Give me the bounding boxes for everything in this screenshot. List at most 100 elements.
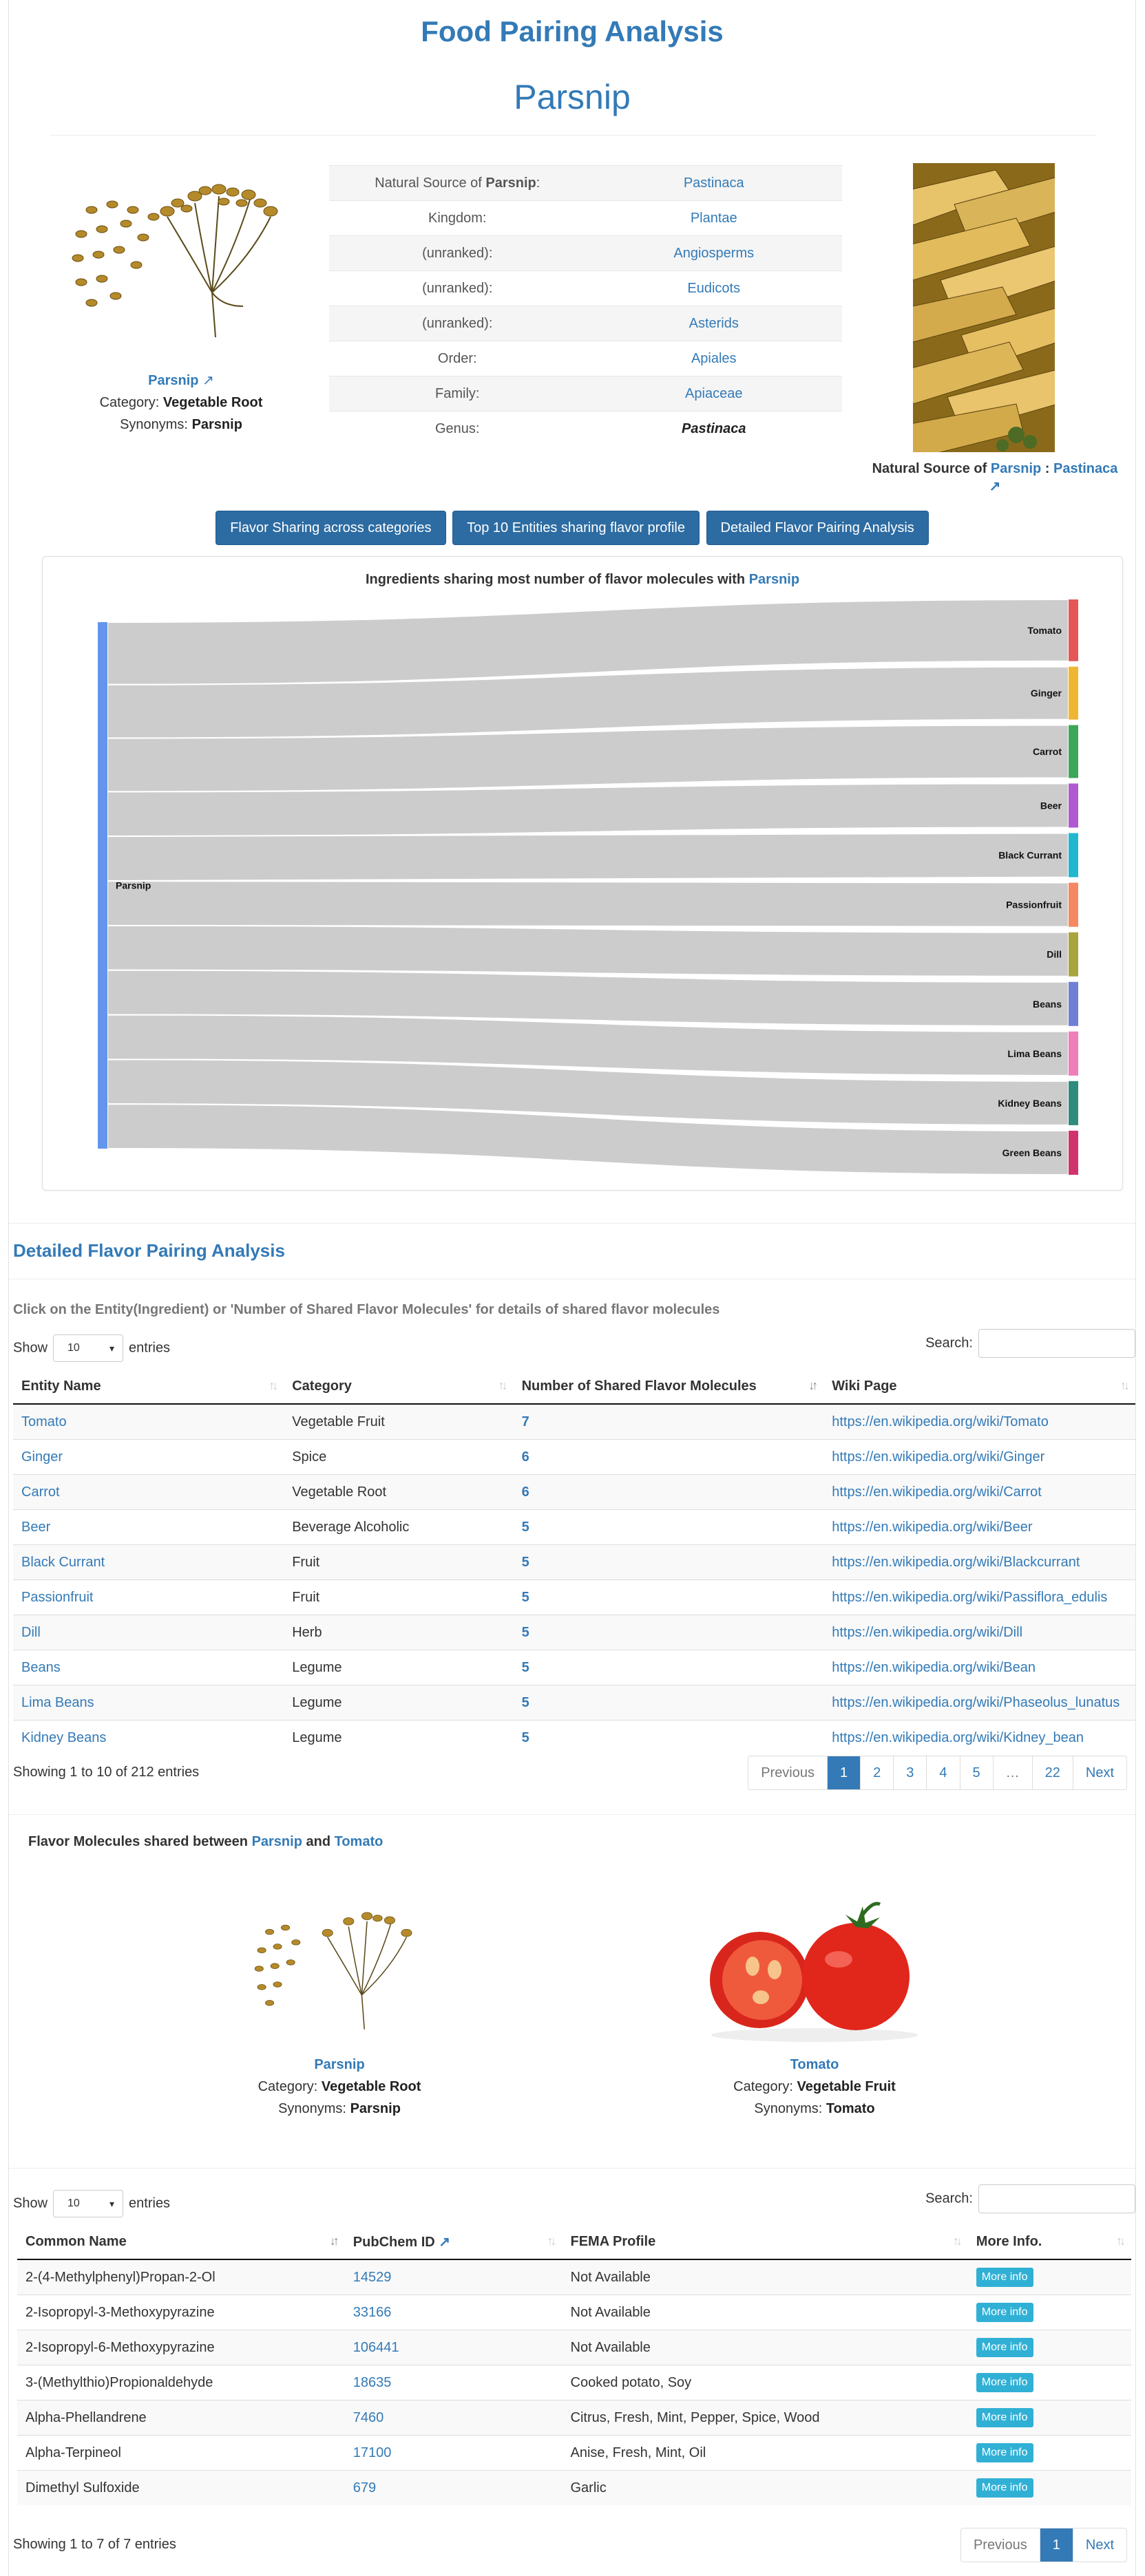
wiki-link[interactable]: https://en.wikipedia.org/wiki/Ginger [823,1439,1135,1475]
taxonomy-link[interactable]: Angiosperms [673,246,754,261]
entity-name-link[interactable]: Ginger [13,1439,284,1475]
external-link-icon[interactable]: ↗ [435,2235,450,2250]
sankey-target-node[interactable] [1069,1081,1078,1125]
entries-select[interactable]: 10 [53,1334,124,1362]
pubchem-link[interactable]: 18635 [344,2365,563,2401]
pair-entity-b-link[interactable]: Tomato [335,1834,384,1849]
entity-name-link[interactable]: Tomato [13,1403,284,1440]
shared-count-link[interactable]: 5 [513,1509,824,1545]
pagination-item[interactable]: Previous [961,2529,1040,2562]
column-header[interactable]: Category ↑↓ [284,1369,514,1405]
column-header[interactable]: Number of Shared Flavor Molecules ↓↑ [513,1369,824,1405]
column-header[interactable]: FEMA Profile ↑↓ [562,2224,968,2260]
molecules-search-input[interactable] [978,2184,1135,2213]
taxonomy-link[interactable]: Pastinaca [684,175,744,191]
pubchem-link[interactable]: 33166 [344,2295,563,2330]
sankey-target-node[interactable] [1069,666,1078,720]
more-info-button[interactable]: More info [976,2373,1033,2392]
taxonomy-link[interactable]: Asterids [689,316,739,331]
pair-entity-b-name[interactable]: Tomato [790,2057,839,2072]
wiki-link[interactable]: https://en.wikipedia.org/wiki/Blackcurra… [823,1544,1135,1580]
column-header[interactable]: More Info. ↑↓ [967,2224,1131,2260]
wiki-link[interactable]: https://en.wikipedia.org/wiki/Beer [823,1509,1135,1545]
flavor-sharing-button[interactable]: Flavor Sharing across categories [216,511,446,545]
sankey-link[interactable] [107,880,1069,928]
column-header[interactable]: Entity Name ↑↓ [13,1369,284,1405]
sankey-link[interactable] [107,832,1069,882]
shared-count-link[interactable]: 5 [513,1685,824,1721]
pair-entity-a-name[interactable]: Parsnip [314,2057,364,2072]
pagination-item[interactable]: 1 [1039,2529,1073,2562]
sankey-target-node[interactable] [1069,599,1078,661]
molecules-entries-select[interactable]: 10 [53,2190,124,2217]
sankey-link[interactable] [107,924,1069,977]
pagination-item[interactable]: Next [1072,1756,1126,1789]
detailed-analysis-button[interactable]: Detailed Flavor Pairing Analysis [706,511,929,545]
sankey-link[interactable] [107,783,1069,838]
pubchem-link[interactable]: 106441 [344,2330,563,2365]
natural-source-entity-link[interactable]: Parsnip [991,461,1041,476]
external-link-icon[interactable]: ↗ [202,373,214,388]
sankey-target-node[interactable] [1069,1130,1078,1175]
shared-count-link[interactable]: 5 [513,1650,824,1685]
search-input[interactable] [978,1329,1135,1358]
sankey-target-node[interactable] [1069,981,1078,1026]
entity-link[interactable]: Parsnip [148,373,198,388]
sankey-target-node[interactable] [1069,725,1078,778]
entity-name-link[interactable]: Black Currant [13,1544,284,1580]
wiki-link[interactable]: https://en.wikipedia.org/wiki/Dill [823,1615,1135,1650]
more-info-button[interactable]: More info [976,2338,1033,2357]
wiki-link[interactable]: https://en.wikipedia.org/wiki/Kidney_bea… [823,1720,1135,1755]
pagination-item[interactable]: 22 [1031,1756,1073,1789]
pubchem-link[interactable]: 7460 [344,2400,563,2436]
more-info-button[interactable]: More info [976,2443,1033,2462]
shared-count-link[interactable]: 6 [513,1439,824,1475]
pubchem-link[interactable]: 17100 [344,2435,563,2471]
entity-name-link[interactable]: Carrot [13,1474,284,1510]
column-header[interactable]: PubChem ID ↗ ↑↓ [344,2224,563,2260]
shared-count-link[interactable]: 6 [513,1474,824,1510]
column-header[interactable]: Common Name ↓↑ [17,2224,345,2260]
sankey-source-node[interactable] [98,622,107,1149]
shared-count-link[interactable]: 5 [513,1544,824,1580]
top10-entities-button[interactable]: Top 10 Entities sharing flavor profile [452,511,700,545]
pagination-item[interactable]: 4 [926,1756,959,1789]
shared-count-link[interactable]: 7 [513,1403,824,1440]
entity-name-link[interactable]: Beans [13,1650,284,1685]
sankey-target-node[interactable] [1069,882,1078,927]
pagination-item[interactable]: 5 [959,1756,993,1789]
entity-name-link[interactable]: Kidney Beans [13,1720,284,1755]
more-info-button[interactable]: More info [976,2268,1033,2287]
wiki-link[interactable]: https://en.wikipedia.org/wiki/Bean [823,1650,1135,1685]
entity-name-link[interactable]: Beer [13,1509,284,1545]
wiki-link[interactable]: https://en.wikipedia.org/wiki/Tomato [823,1403,1135,1440]
entity-name-link[interactable]: Dill [13,1615,284,1650]
taxonomy-link[interactable]: Apiaceae [685,386,742,401]
pubchem-link[interactable]: 679 [344,2470,563,2505]
more-info-button[interactable]: More info [976,2408,1033,2427]
taxonomy-link[interactable]: Plantae [691,211,737,226]
pagination-item[interactable]: 2 [860,1756,893,1789]
column-header[interactable]: Wiki Page ↑↓ [823,1369,1135,1405]
sankey-target-node[interactable] [1069,932,1078,977]
pagination-item[interactable]: Previous [748,1756,827,1789]
pair-entity-a-link[interactable]: Parsnip [252,1834,302,1849]
pubchem-link[interactable]: 14529 [344,2259,563,2295]
entity-name-link[interactable]: Lima Beans [13,1685,284,1721]
shared-count-link[interactable]: 5 [513,1579,824,1615]
sankey-target-node[interactable] [1069,833,1078,877]
wiki-link[interactable]: https://en.wikipedia.org/wiki/Phaseolus_… [823,1685,1135,1721]
taxonomy-link[interactable]: Apiales [691,351,737,366]
pagination-item[interactable]: 1 [827,1756,861,1789]
sankey-target-node[interactable] [1069,1031,1078,1076]
more-info-button[interactable]: More info [976,2478,1033,2498]
external-link-icon[interactable]: ↗ [989,479,1001,494]
shared-count-link[interactable]: 5 [513,1720,824,1755]
wiki-link[interactable]: https://en.wikipedia.org/wiki/Passiflora… [823,1579,1135,1615]
natural-source-link[interactable]: Pastinaca [1053,461,1117,476]
more-info-button[interactable]: More info [976,2303,1033,2322]
sankey-target-node[interactable] [1069,783,1078,828]
entity-name-link[interactable]: Passionfruit [13,1579,284,1615]
pagination-item[interactable]: 3 [893,1756,926,1789]
wiki-link[interactable]: https://en.wikipedia.org/wiki/Carrot [823,1474,1135,1510]
